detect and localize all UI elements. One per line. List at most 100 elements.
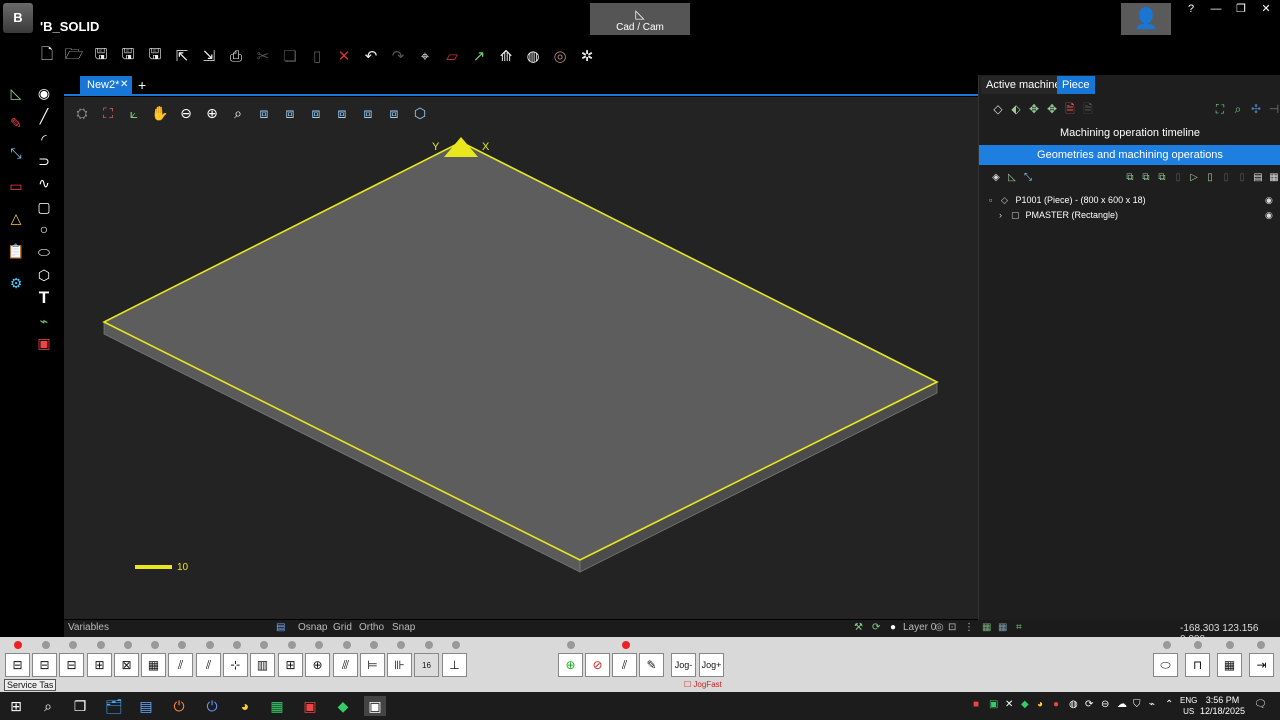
target-icon[interactable]: ◎ [547,43,573,69]
tray-usb-icon[interactable]: ⌁ [1149,699,1155,710]
ortho-toggle[interactable]: Ortho [359,622,384,633]
ruler-icon[interactable]: ▭ [4,175,28,197]
tray-chrome-icon[interactable]: ◕ [1037,699,1043,710]
visibility-icon[interactable]: ◉ [1265,210,1273,221]
measure-icon[interactable]: ⟰ [493,43,519,69]
machine-tool-12-button[interactable]: ⊕ [305,653,330,677]
snap-toggle[interactable]: Snap [392,622,415,633]
timeline-title[interactable]: Machining operation timeline [979,127,1280,139]
dimension-icon[interactable]: ⤡ [4,142,28,164]
tree-item-rectangle[interactable]: › ▢ PMASTER (Rectangle) [999,210,1118,221]
machine-tool-3-button[interactable]: ⊟ [59,653,84,677]
ellipse-icon[interactable]: ⬭ [32,241,56,263]
arc-icon[interactable]: ◜ [32,128,56,150]
remote-app-icon[interactable]: ⏻ [201,696,223,716]
tray-app-4-icon[interactable]: ◆ [1021,699,1029,710]
sphere-icon[interactable]: ◍ [520,43,546,69]
view-bottom-icon[interactable]: ⧈ [382,101,406,125]
rectangle-icon[interactable]: ▢ [32,196,56,218]
tray-app-3-icon[interactable]: ✕ [1005,699,1013,710]
tray-network-icon[interactable]: ◍ [1069,699,1078,710]
new-file-icon[interactable]: 🗋 [34,43,60,69]
export-icon[interactable]: ⇱ [169,43,195,69]
machine-tool-15-button[interactable]: ⊪ [387,653,412,677]
move-piece-icon[interactable]: ✥ [1025,100,1043,118]
tree-item-piece[interactable]: ▫ ◇ P1001 (Piece) - (800 x 600 x 18) [989,195,1146,206]
undo-icon[interactable]: ↶ [358,43,384,69]
machine-exit-button[interactable]: ⇥ [1249,653,1274,677]
machine-tool-9-button[interactable]: ⊹ [223,653,248,677]
tray-shield-icon[interactable]: ⛉ [1133,699,1141,710]
plane-icon[interactable]: ▱ [439,43,465,69]
service-tab[interactable]: Service Tas [4,679,57,691]
disabled-piece-icon[interactable]: 🗎 [1079,100,1097,118]
frame-icon[interactable]: ⛶ [1211,100,1229,118]
machine-tool-4-button[interactable]: ⊞ [87,653,112,677]
zoom-fit-icon[interactable]: ⌕ [1229,100,1247,118]
task-view-icon[interactable]: ❐ [69,696,91,716]
expand-arrow-icon[interactable]: › [999,210,1011,220]
warning-shape-icon[interactable]: △ [4,207,28,229]
tray-cloud-icon[interactable]: ☁ [1117,699,1127,710]
cad-cam-mode-button[interactable]: ◺ Cad / Cam [590,3,690,35]
gear-icon[interactable]: ⚙ [4,272,28,294]
view-left-icon[interactable]: ⧈ [330,101,354,125]
save-copy-icon[interactable]: 🖫 [142,43,168,69]
close-tab-icon[interactable]: ✕ [120,76,128,94]
search-icon[interactable]: ⌕ [37,696,59,716]
layer-refresh-icon[interactable]: ⟳ [872,622,880,633]
machine-tool-1-button[interactable]: ⊟ [5,653,30,677]
open-icon[interactable]: 🗁 [61,43,87,69]
display-mode-icon[interactable]: ⛭ [70,101,94,125]
snap-icon[interactable]: ⌖ [412,43,438,69]
layer-lock-icon[interactable]: ⊡ [948,622,956,633]
visibility-icon[interactable]: ◉ [1265,195,1273,206]
explorer-icon[interactable]: 🗂 [103,696,125,716]
circle-icon[interactable]: ○ [32,218,56,240]
machine-table-button[interactable]: ⊓ [1185,653,1210,677]
tab-active-machine[interactable]: Active machine [981,76,1066,94]
chrome-icon[interactable]: ◕ [234,696,256,716]
view-top-icon[interactable]: ⧈ [278,101,302,125]
machine-tool-11-button[interactable]: ⊞ [278,653,303,677]
machine-head-button[interactable]: ⬭ [1153,653,1178,677]
clipboard-icon[interactable]: 📋 [4,240,28,262]
geometries-header[interactable]: Geometries and machining operations [979,145,1280,165]
power-app-icon[interactable]: ⏻ [168,696,190,716]
jog-plus-button[interactable]: Jog+ [699,653,724,677]
help-button[interactable]: ? [1180,2,1202,18]
machine-tool-6-button[interactable]: ▦ [141,653,166,677]
add-tab-icon[interactable]: + [138,76,146,94]
redo-icon[interactable]: ↷ [385,43,411,69]
save-icon[interactable]: 🖫 [88,43,114,69]
close-window-button[interactable]: ✕ [1255,2,1277,18]
node-edit-icon[interactable]: ⌁ [32,310,56,332]
machine-tool-2-button[interactable]: ⊟ [32,653,57,677]
view-snap-icon[interactable]: ⌗ [1016,622,1022,633]
clock[interactable]: 3:56 PM 12/18/2025 [1200,695,1245,717]
view-front-icon[interactable]: ⧈ [252,101,276,125]
paste-icon[interactable]: ▯ [304,43,330,69]
grid-toggle[interactable]: Grid [333,622,352,633]
spline-icon[interactable]: ∿ [32,172,56,194]
piece-tool-icon[interactable]: ⊣ [1265,100,1280,118]
pen-icon[interactable]: ✎ [4,112,28,134]
spreadsheet-icon[interactable]: ▦ [266,696,288,716]
files-icon[interactable]: ▤ [135,696,157,716]
view-grid-icon[interactable]: ▦ [998,622,1007,633]
piece-top-face[interactable] [102,141,939,561]
tray-chevron-icon[interactable]: ⌃ [1165,699,1173,710]
view-back-icon[interactable]: ⧈ [356,101,380,125]
layer-tools-icon[interactable]: ⚒ [854,622,863,633]
bsolid-taskbar-icon[interactable]: ▣ [299,696,321,716]
language-indicator[interactable]: ENG US [1180,695,1197,717]
cut-icon[interactable]: ✂ [250,43,276,69]
tray-rec-icon[interactable]: ● [1053,699,1059,710]
settings-wheel-icon[interactable]: ✲ [574,43,600,69]
start-button[interactable]: ⊕ [558,653,583,677]
tray-app-1-icon[interactable]: ■ [973,699,979,710]
layer-visibility-icon[interactable]: ◎ [935,622,944,633]
user-account-button[interactable]: 👤 [1121,3,1171,35]
machine-tool-17-button[interactable]: ⊥ [442,653,467,677]
view-cube-icon[interactable]: ▦ [982,622,991,633]
